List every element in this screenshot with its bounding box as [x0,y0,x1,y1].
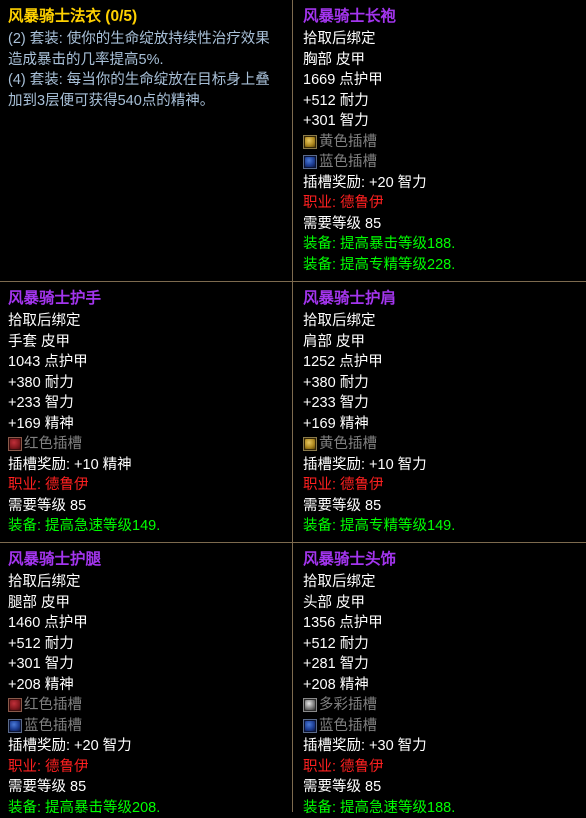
item-tooltip-head: 风暴骑士头饰拾取后绑定头部 皮甲1356 点护甲+512 耐力+281 智力+2… [293,543,586,812]
equip-effect-0: 装备: 提高暴击等级188. [303,234,578,255]
class-requirement: 职业: 德鲁伊 [303,475,578,496]
item-armor: 1460 点护甲 [8,613,284,634]
class-requirement: 职业: 德鲁伊 [8,475,284,496]
socket-row-0: 黄色插槽 [303,434,578,455]
item-slot: 手套 皮甲 [8,332,284,353]
socket-row-1: 蓝色插槽 [8,716,284,737]
item-slot: 头部 皮甲 [303,593,578,614]
item-slot: 肩部 皮甲 [303,332,578,353]
red-socket-icon [8,698,22,712]
socket-label: 多彩插槽 [319,695,377,716]
item-stat-1: +233 智力 [303,393,578,414]
item-stat-1: +281 智力 [303,654,578,675]
yellow-socket-icon [303,437,317,451]
bind-text: 拾取后绑定 [303,311,578,332]
item-armor: 1252 点护甲 [303,352,578,373]
socket-bonus: 插槽奖励: +30 智力 [303,736,578,757]
item-stat-2: +169 精神 [8,414,284,435]
bind-text: 拾取后绑定 [8,311,284,332]
item-armor: 1043 点护甲 [8,352,284,373]
item-armor: 1356 点护甲 [303,613,578,634]
level-requirement: 需要等级 85 [303,214,578,235]
set-name: 风暴骑士法衣 (0/5) [8,6,284,28]
item-stat-0: +512 耐力 [8,634,284,655]
item-stat-1: +301 智力 [303,111,578,132]
socket-row-0: 黄色插槽 [303,132,578,153]
yellow-socket-icon [303,135,317,149]
socket-label: 黄色插槽 [319,132,377,153]
socket-row-0: 红色插槽 [8,695,284,716]
set-bonus-4pc: (4) 套装: 每当你的生命绽放在目标身上叠加到3层便可获得540点的精神。 [8,70,284,111]
red-socket-icon [8,437,22,451]
class-requirement: 职业: 德鲁伊 [303,193,578,214]
item-name: 风暴骑士护肩 [303,288,578,310]
equip-effect-0: 装备: 提高暴击等级208. [8,798,284,818]
tooltip-grid: 风暴骑士法衣 (0/5) (2) 套装: 使你的生命绽放持续性治疗效果造成暴击的… [0,0,586,812]
set-bonus-tooltip: 风暴骑士法衣 (0/5) (2) 套装: 使你的生命绽放持续性治疗效果造成暴击的… [0,0,292,281]
bind-text: 拾取后绑定 [303,29,578,50]
socket-bonus: 插槽奖励: +10 精神 [8,455,284,476]
equip-effect-0: 装备: 提高急速等级149. [8,516,284,537]
socket-row-1: 蓝色插槽 [303,152,578,173]
item-tooltip-chest: 风暴骑士长袍拾取后绑定胸部 皮甲1669 点护甲+512 耐力+301 智力黄色… [293,0,586,281]
bind-text: 拾取后绑定 [8,572,284,593]
item-tooltip-hands: 风暴骑士护手拾取后绑定手套 皮甲1043 点护甲+380 耐力+233 智力+1… [0,282,292,542]
item-stat-1: +301 智力 [8,654,284,675]
item-armor: 1669 点护甲 [303,70,578,91]
item-stat-0: +512 耐力 [303,91,578,112]
class-requirement: 职业: 德鲁伊 [8,757,284,778]
item-tooltip-shoulders: 风暴骑士护肩拾取后绑定肩部 皮甲1252 点护甲+380 耐力+233 智力+1… [293,282,586,542]
prismatic-socket-icon [303,698,317,712]
level-requirement: 需要等级 85 [8,777,284,798]
equip-effect-1: 装备: 提高专精等级228. [303,255,578,276]
level-requirement: 需要等级 85 [8,496,284,517]
item-name: 风暴骑士护手 [8,288,284,310]
item-name: 风暴骑士长袍 [303,6,578,28]
socket-row-1: 蓝色插槽 [303,716,578,737]
item-stat-2: +208 精神 [303,675,578,696]
level-requirement: 需要等级 85 [303,496,578,517]
item-stat-2: +169 精神 [303,414,578,435]
item-slot: 胸部 皮甲 [303,50,578,71]
level-requirement: 需要等级 85 [303,777,578,798]
item-stat-2: +208 精神 [8,675,284,696]
set-bonus-2pc: (2) 套装: 使你的生命绽放持续性治疗效果造成暴击的几率提高5%. [8,29,284,70]
socket-bonus: 插槽奖励: +20 智力 [8,736,284,757]
socket-bonus: 插槽奖励: +20 智力 [303,173,578,194]
item-name: 风暴骑士护腿 [8,549,284,571]
item-tooltip-legs: 风暴骑士护腿拾取后绑定腿部 皮甲1460 点护甲+512 耐力+301 智力+2… [0,543,292,812]
socket-row-0: 红色插槽 [8,434,284,455]
socket-label: 黄色插槽 [319,434,377,455]
item-slot: 腿部 皮甲 [8,593,284,614]
equip-effect-0: 装备: 提高专精等级149. [303,516,578,537]
item-stat-0: +380 耐力 [8,373,284,394]
socket-bonus: 插槽奖励: +10 智力 [303,455,578,476]
socket-label: 红色插槽 [24,434,82,455]
item-stat-0: +512 耐力 [303,634,578,655]
socket-label: 蓝色插槽 [319,716,377,737]
socket-label: 红色插槽 [24,695,82,716]
socket-label: 蓝色插槽 [24,716,82,737]
class-requirement: 职业: 德鲁伊 [303,757,578,778]
equip-effect-0: 装备: 提高急速等级188. [303,798,578,818]
socket-row-0: 多彩插槽 [303,695,578,716]
item-stat-0: +380 耐力 [303,373,578,394]
item-name: 风暴骑士头饰 [303,549,578,571]
blue-socket-icon [303,719,317,733]
blue-socket-icon [303,155,317,169]
socket-label: 蓝色插槽 [319,152,377,173]
bind-text: 拾取后绑定 [303,572,578,593]
blue-socket-icon [8,719,22,733]
item-stat-1: +233 智力 [8,393,284,414]
